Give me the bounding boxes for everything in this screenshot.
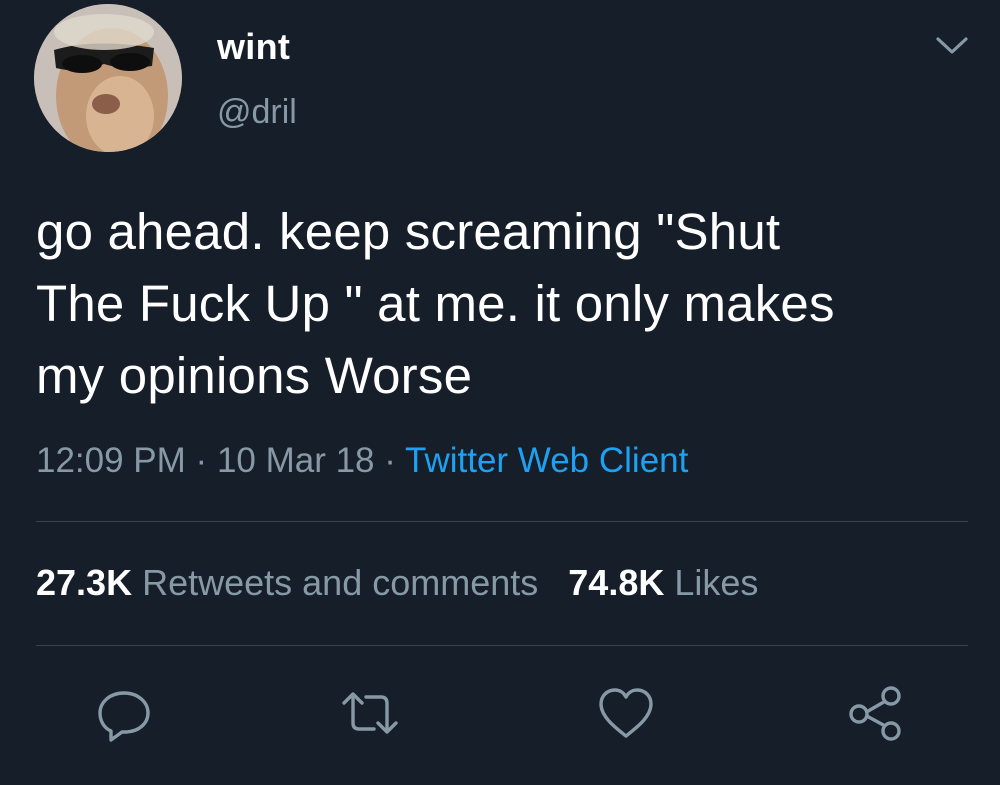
tweet-detail: wint @dril go ahead. keep screaming "Shu…: [0, 0, 1000, 785]
meta-separator: ·: [384, 441, 396, 480]
tweet-date[interactable]: 10 Mar 18: [217, 441, 375, 480]
heart-icon[interactable]: [596, 683, 656, 743]
retweets-stat[interactable]: 27.3K Retweets and comments: [36, 562, 538, 603]
retweets-label: Retweets and comments: [142, 562, 539, 603]
tweet-text-line: The Fuck Up " at me. it only makes: [36, 275, 835, 332]
tweet-text-line: my opinions Worse: [36, 347, 473, 404]
retweet-icon[interactable]: [340, 683, 400, 743]
author-display-name[interactable]: wint: [217, 26, 290, 68]
tweet-meta: 12:09 PM · 10 Mar 18 · Twitter Web Clien…: [36, 441, 688, 481]
tweet-actions: [0, 683, 1000, 743]
divider: [36, 645, 968, 646]
avatar-photo: [34, 4, 182, 152]
tweet-time[interactable]: 12:09 PM: [36, 441, 186, 480]
chevron-down-icon[interactable]: [932, 30, 972, 60]
tweet-source-link[interactable]: Twitter Web Client: [405, 441, 688, 480]
tweet-text: go ahead. keep screaming "Shut The Fuck …: [36, 196, 976, 412]
likes-count: 74.8K: [568, 562, 665, 603]
share-icon[interactable]: [846, 683, 906, 743]
tweet-stats: 27.3K Retweets and comments 74.8K Likes: [36, 562, 758, 604]
avatar[interactable]: [34, 4, 182, 152]
likes-label: Likes: [674, 562, 759, 603]
meta-separator: ·: [195, 441, 208, 480]
retweets-count: 27.3K: [36, 562, 133, 603]
reply-icon[interactable]: [94, 683, 154, 743]
tweet-text-line: go ahead. keep screaming "Shut: [36, 203, 781, 260]
author-handle[interactable]: @dril: [217, 93, 297, 132]
likes-stat[interactable]: 74.8K Likes: [568, 562, 758, 603]
divider: [36, 521, 968, 522]
